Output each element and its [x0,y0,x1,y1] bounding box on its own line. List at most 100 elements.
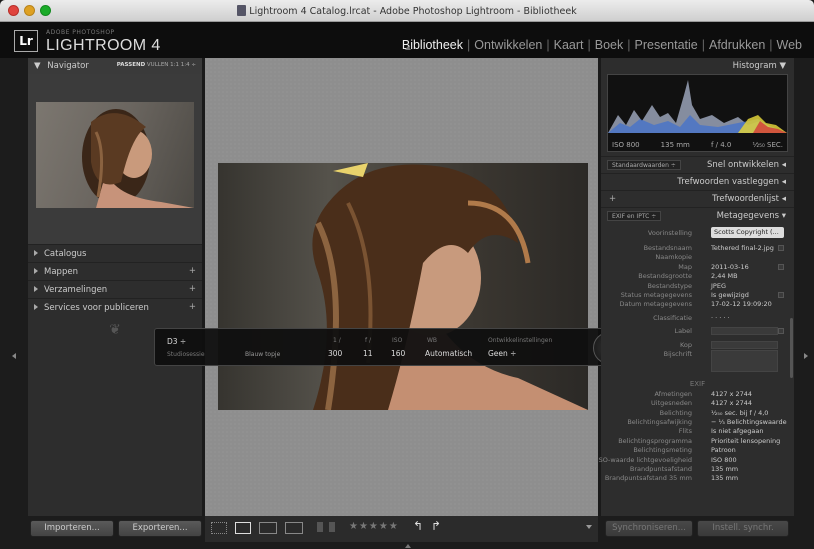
rotate-right-icon[interactable]: ↱ [431,519,441,533]
collapse-left-panel-icon[interactable] [12,353,16,359]
metadata-value[interactable]: 2011-03-16 [711,263,749,271]
export-button[interactable]: Exporteren... [118,520,202,537]
histogram-header[interactable]: Histogram ▼ [601,58,794,74]
disclosure-down-icon: ▼ [34,61,41,71]
metadata-value[interactable]: Prioriteit lensopening [711,437,780,445]
add-keyword-icon[interactable]: + [609,194,616,204]
rotate-left-icon[interactable]: ↰ [413,519,423,533]
metadata-value[interactable]: 135 mm [711,474,738,482]
metadata-value[interactable]: Patroon [711,446,736,454]
metadata-key: Bestandsnaam [643,244,692,252]
lightroom-logo: Lr [14,30,38,52]
section-label: Catalogus [44,249,87,259]
module-slideshow[interactable]: Presentatie [631,38,702,52]
main-photo[interactable] [218,163,588,410]
portrait-thumbnail-image [82,109,194,208]
collapse-top-panel-icon[interactable] [405,46,411,50]
label-field[interactable] [711,327,778,336]
metadata-key: Belichting [659,408,692,417]
metadata-value[interactable]: Tethered final-2.jpg [711,244,774,252]
iso-value: 160 [391,349,406,358]
metadata-header[interactable]: EXIF en IPTC ÷ Metagegevens ▾ [601,207,794,224]
focal-info: 135 mm [660,141,690,149]
label-label: Label [674,327,692,336]
metadata-value[interactable]: JPEG [711,282,726,290]
develop-settings-select[interactable]: Geen ÷ [488,349,516,358]
metadata-value[interactable]: 4127 x 2744 [711,399,752,407]
caption-field[interactable] [711,349,778,372]
section-label: Services voor publiceren [44,303,149,313]
metadata-value[interactable]: Is gewijzigd [711,291,749,299]
zoom-fit[interactable]: PASSEND [117,62,145,68]
section-label: Verzamelingen [44,285,108,295]
module-develop[interactable]: Ontwikkelen [470,38,546,52]
metadata-value[interactable]: 2,44 MB [711,272,738,280]
right-panel-scrollbar[interactable] [790,318,793,378]
exif-metadata-rows: Afmetingen 4127 x 2744 Uitgesneden 4127 x 2… [597,390,788,484]
metadata-value[interactable]: 17-02-12 19:09:20 [711,300,772,308]
module-map[interactable]: Kaart [550,38,588,52]
metadata-value[interactable]: 135 mm [711,465,738,473]
metadata-view-select[interactable]: EXIF en IPTC ÷ [607,211,662,221]
loupe-view-icon[interactable] [235,522,251,534]
left-section-catalog[interactable]: Catalogus [28,244,202,262]
zoom-1-1[interactable]: 1:1 [170,62,179,68]
add-folder-icon[interactable]: + [189,266,196,276]
keyword-list-header[interactable]: + Trefwoordenlijst ◂ [601,190,794,207]
camera-select[interactable]: D3 ÷ [167,337,186,346]
keywording-header[interactable]: Trefwoorden vastleggen ◂ [601,173,794,190]
metadata-value[interactable]: ISO 800 [711,456,737,464]
metadata-value[interactable]: 4127 x 2744 [711,390,752,398]
document-icon [237,5,247,16]
metadata-preset-select[interactable]: Scotts Copyright (... [711,227,784,238]
navigator-thumbnail[interactable] [36,102,194,208]
flag-pick-icon[interactable] [317,522,323,532]
left-section-folders[interactable]: Mappen + [28,262,202,280]
shutter-value: 300 [328,349,343,358]
collapse-right-panel-icon[interactable] [804,353,808,359]
metadata-key: Bestandsgrootte [638,272,692,281]
compare-view-icon[interactable] [259,522,277,534]
rating-dots[interactable]: · · · · · [711,314,730,322]
metadata-action-icon[interactable] [778,263,784,270]
module-print[interactable]: Afdrukken [705,38,769,52]
metadata-action-icon[interactable] [778,291,784,298]
add-collection-icon[interactable]: + [189,284,196,294]
module-book[interactable]: Boek [591,38,628,52]
sync-settings-button[interactable]: Instell. synchr. [697,520,789,537]
metadata-row: Status metagegevens Is gewijzigd [607,291,788,300]
zoom-custom[interactable]: 1:4 ÷ [181,62,196,68]
metadata-key: Bestandstype [647,281,692,290]
survey-view-icon[interactable] [285,522,303,534]
kop-field[interactable] [711,340,778,349]
histogram[interactable]: ISO 800 135 mm f / 4.0 ¹⁄₂₅₀ SEC. [607,74,788,152]
metadata-action-icon[interactable] [778,245,784,251]
saved-preset-select[interactable]: Standaardwaarden ÷ [607,160,681,170]
metadata-value[interactable]: − ¹⁄₃ Belichtingswaarde [711,418,787,426]
label-menu-icon[interactable] [778,328,784,335]
quick-develop-header[interactable]: Standaardwaarden ÷ Snel ontwikkelen ◂ [601,156,794,173]
sync-metadata-button[interactable]: Synchroniseren... [605,520,693,537]
identity-plate: Lr ADOBE PHOTOSHOP LIGHTROOM 4 Bibliothe… [0,22,814,58]
add-publish-service-icon[interactable]: + [189,302,196,312]
zoom-fill[interactable]: VULLEN [147,62,169,68]
quick-develop-label: Snel ontwikkelen [706,160,780,170]
disclosure-down-icon: ▾ [781,211,786,221]
grid-view-icon[interactable] [211,522,227,534]
iso-info: ISO 800 [612,141,640,149]
toolbar-menu-icon[interactable] [586,525,592,529]
metadata-key: Naamkopie [655,253,692,262]
flag-reject-icon[interactable] [329,522,335,532]
classification-row: Classificatie · · · · · [607,314,788,323]
star-rating[interactable]: ★★★★★ [349,521,399,532]
import-button[interactable]: Importeren... [30,520,114,537]
left-panel-edge [0,58,28,516]
left-section-collections[interactable]: Verzamelingen + [28,280,202,298]
metadata-value[interactable]: Is niet afgegaan [711,427,764,435]
left-section-publish-services[interactable]: Services voor publiceren + [28,298,202,316]
navigator-preview[interactable] [28,74,202,244]
module-web[interactable]: Web [773,38,806,52]
navigator-header[interactable]: ▼ Navigator PASSEND VULLEN 1:1 1:4 ÷ [28,58,202,74]
metadata-value[interactable]: ¹⁄₂₅₀ sec. bij f / 4,0 [711,409,768,417]
collapse-filmstrip-icon[interactable] [405,544,411,548]
